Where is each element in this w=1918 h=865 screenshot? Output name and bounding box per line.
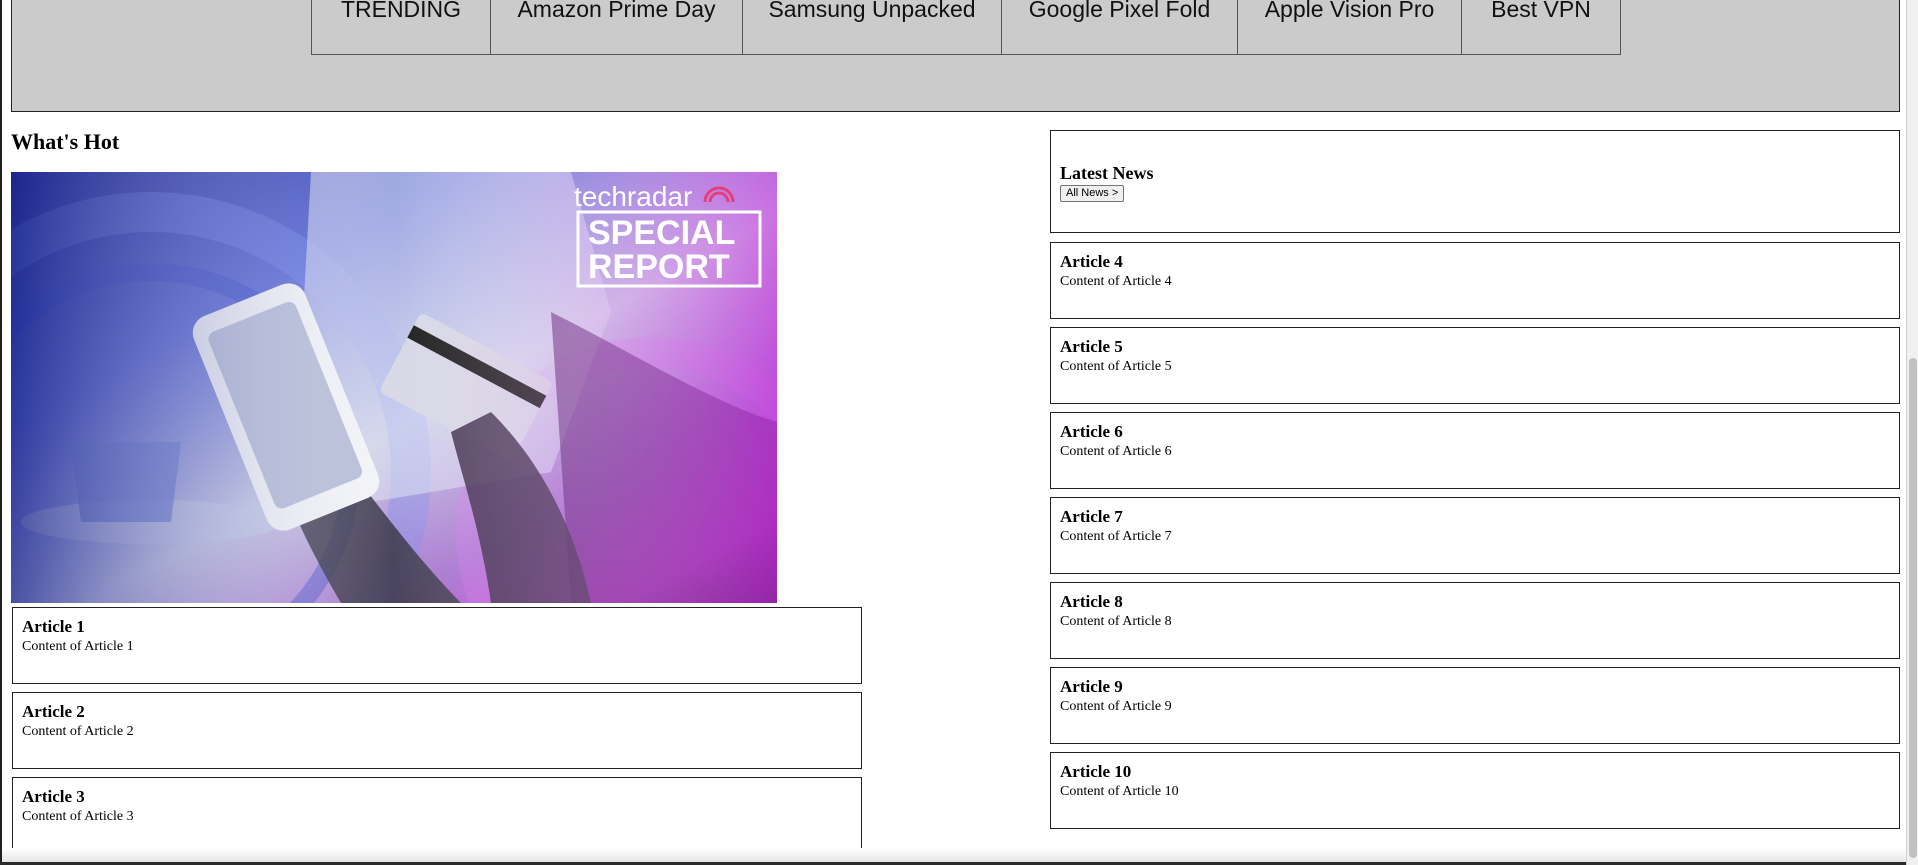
hero-badge-line1: SPECIAL xyxy=(588,214,735,252)
trending-nav: TRENDING Amazon Prime Day Samsung Unpack… xyxy=(311,0,1621,55)
article-content: Content of Article 8 xyxy=(1060,614,1172,629)
article-title[interactable]: Article 7 xyxy=(1060,507,1890,527)
all-news-button[interactable]: All News > xyxy=(1060,185,1125,202)
article-title[interactable]: Article 4 xyxy=(1060,252,1890,272)
article-title[interactable]: Article 10 xyxy=(1060,762,1890,782)
nav-item-apple-vision-pro[interactable]: Apple Vision Pro xyxy=(1237,0,1462,55)
article-content: Content of Article 5 xyxy=(1060,359,1172,374)
article-card[interactable]: Article 7 Content of Article 7 xyxy=(1050,497,1900,574)
article-content: Content of Article 7 xyxy=(1060,529,1172,544)
page-bottom-shadow xyxy=(2,848,1908,862)
article-card[interactable]: Article 10 Content of Article 10 xyxy=(1050,752,1900,829)
nav-item-trending[interactable]: TRENDING xyxy=(311,0,491,55)
vertical-scrollbar[interactable] xyxy=(1906,0,1918,865)
latest-news-header: Latest News All News > xyxy=(1050,130,1900,233)
article-card[interactable]: Article 1 Content of Article 1 xyxy=(12,607,862,684)
nav-item-google-pixel-fold[interactable]: Google Pixel Fold xyxy=(1001,0,1238,55)
article-card[interactable]: Article 9 Content of Article 9 xyxy=(1050,667,1900,744)
article-content: Content of Article 10 xyxy=(1060,784,1179,799)
article-title[interactable]: Article 5 xyxy=(1060,337,1890,357)
article-title[interactable]: Article 6 xyxy=(1060,422,1890,442)
article-card[interactable]: Article 3 Content of Article 3 xyxy=(12,777,862,854)
hero-brand-text: techradar xyxy=(574,181,692,212)
article-card[interactable]: Article 4 Content of Article 4 xyxy=(1050,242,1900,319)
article-content: Content of Article 9 xyxy=(1060,699,1172,714)
nav-item-amazon-prime-day[interactable]: Amazon Prime Day xyxy=(490,0,743,55)
article-content: Content of Article 3 xyxy=(22,809,134,824)
nav-item-samsung-unpacked[interactable]: Samsung Unpacked xyxy=(742,0,1002,55)
article-title[interactable]: Article 2 xyxy=(22,702,852,722)
article-content: Content of Article 2 xyxy=(22,724,134,739)
article-title[interactable]: Article 1 xyxy=(22,617,852,637)
article-card[interactable]: Article 5 Content of Article 5 xyxy=(1050,327,1900,404)
hero-image[interactable]: techradar SPECIAL REPORT xyxy=(11,172,777,603)
whats-hot-title: What's Hot xyxy=(11,129,120,154)
hero-badge-line2: REPORT xyxy=(588,248,730,286)
scrollbar-thumb[interactable] xyxy=(1909,358,1917,858)
nav-item-best-vpn[interactable]: Best VPN xyxy=(1461,0,1621,55)
article-card[interactable]: Article 8 Content of Article 8 xyxy=(1050,582,1900,659)
article-content: Content of Article 1 xyxy=(22,639,134,654)
article-title[interactable]: Article 8 xyxy=(1060,592,1890,612)
hero-illustration: techradar SPECIAL REPORT xyxy=(11,172,777,603)
article-title[interactable]: Article 3 xyxy=(22,787,852,807)
article-card[interactable]: Article 6 Content of Article 6 xyxy=(1050,412,1900,489)
article-title[interactable]: Article 9 xyxy=(1060,677,1890,697)
browser-page: TRENDING Amazon Prime Day Samsung Unpack… xyxy=(0,0,1908,862)
article-card[interactable]: Article 2 Content of Article 2 xyxy=(12,692,862,769)
latest-news-title: Latest News xyxy=(1060,163,1154,183)
article-content: Content of Article 6 xyxy=(1060,444,1172,459)
article-content: Content of Article 4 xyxy=(1060,274,1172,289)
